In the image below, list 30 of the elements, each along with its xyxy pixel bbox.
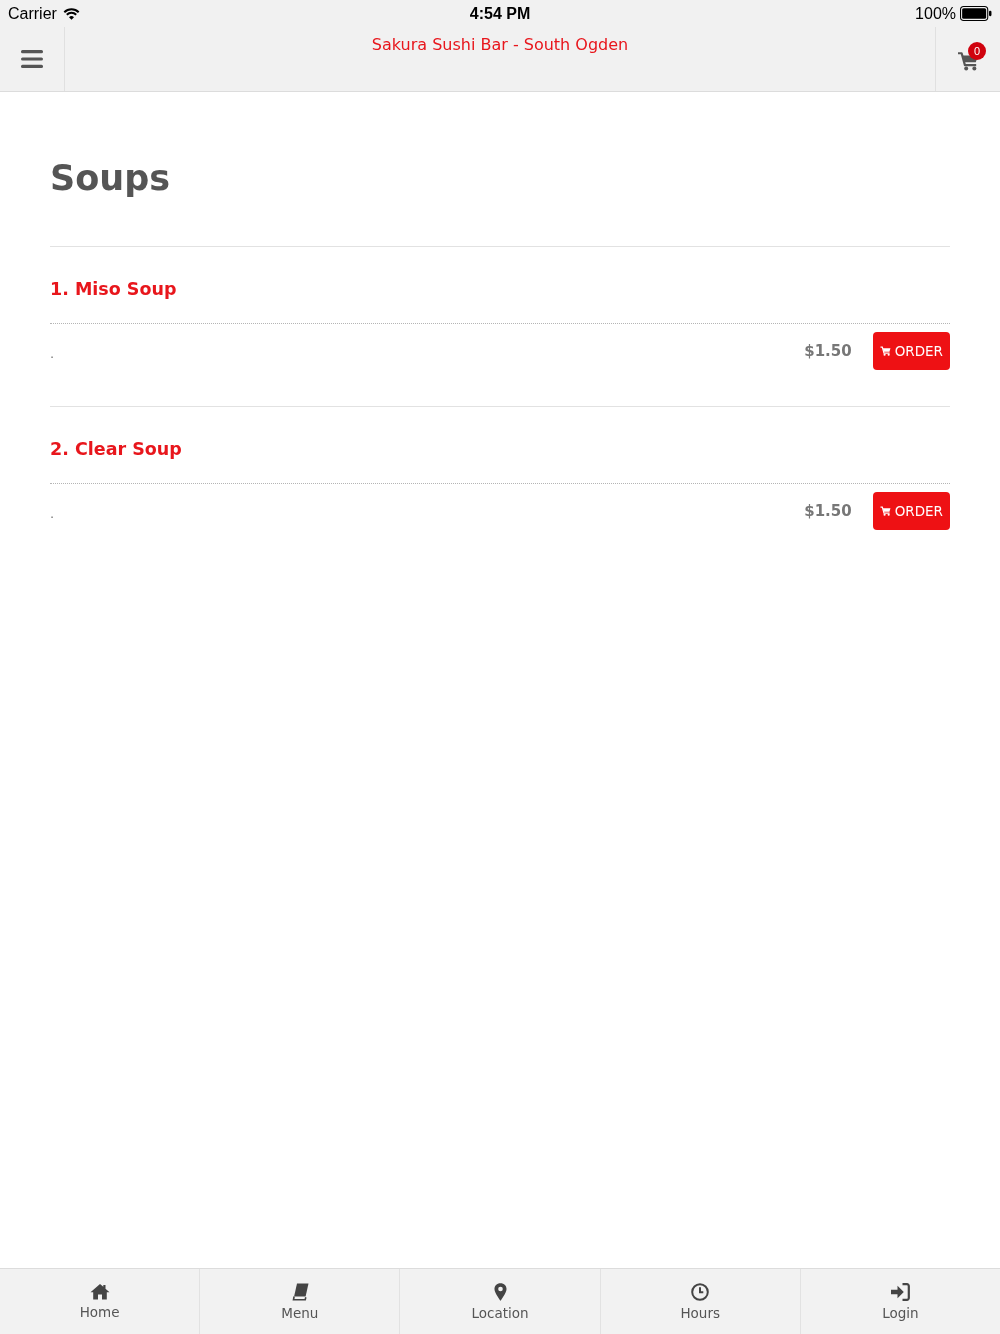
battery-icon <box>960 6 992 21</box>
cart-count-badge: 0 <box>968 42 986 60</box>
cart-icon <box>879 506 891 516</box>
menu-icon <box>21 50 43 68</box>
tab-button[interactable]: Home <box>0 1269 201 1334</box>
clock-icon <box>691 1283 710 1301</box>
item-price: $1.50 <box>804 502 852 520</box>
order-button[interactable]: ORDER <box>872 492 950 530</box>
tab-button[interactable]: Hours <box>600 1269 801 1334</box>
map-pin-icon <box>493 1283 507 1301</box>
tab-button[interactable]: Location <box>400 1269 601 1334</box>
restaurant-title: Sakura Sushi Bar - South Ogden <box>371 34 629 56</box>
carrier-name: Carrier <box>8 4 57 23</box>
order-button[interactable]: ORDER <box>872 332 950 370</box>
tab-button[interactable]: Login <box>800 1269 1000 1334</box>
item-title: 1. Miso Soup <box>50 278 177 301</box>
sign-in-icon <box>890 1283 910 1301</box>
battery-percent: 100% <box>915 4 956 23</box>
item-title: 2. Clear Soup <box>50 438 182 461</box>
section-heading: Soups <box>50 157 171 200</box>
item-price: $1.50 <box>804 342 852 360</box>
item-description: . <box>50 345 55 361</box>
clock-time: 4:54 PM <box>469 4 531 23</box>
tab-button[interactable]: Menu <box>200 1269 401 1334</box>
cart-button[interactable]: 0 <box>935 27 1000 91</box>
item-description: . <box>50 505 55 521</box>
wifi-icon <box>62 7 80 20</box>
home-icon <box>89 1283 110 1300</box>
cart-icon <box>879 346 891 356</box>
book-icon <box>290 1283 309 1301</box>
